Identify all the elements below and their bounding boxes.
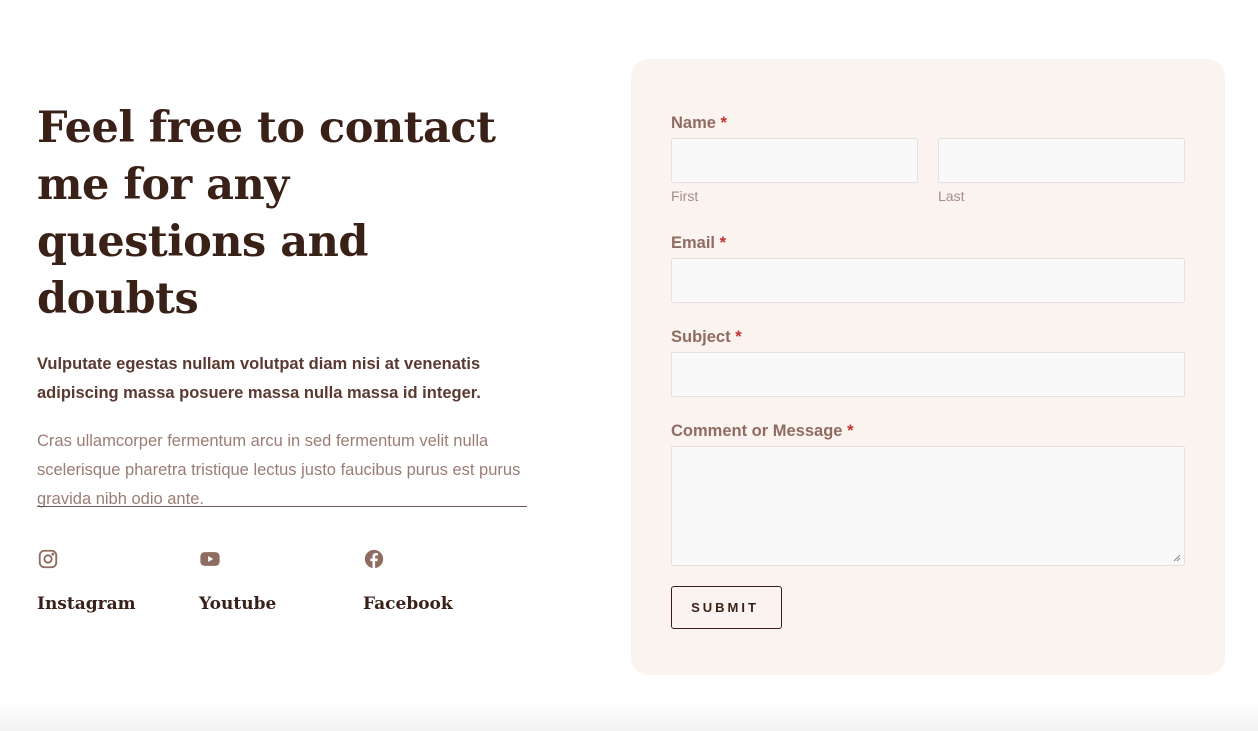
- intro-body: Cras ullamcorper fermentum arcu in sed f…: [37, 432, 521, 508]
- facebook-link[interactable]: Facebook: [363, 594, 453, 614]
- required-marker: *: [720, 114, 727, 132]
- social-facebook[interactable]: Facebook: [363, 548, 453, 614]
- contact-form: Name * First Last Email * Subject * Comm…: [631, 59, 1225, 675]
- youtube-link[interactable]: Youtube: [199, 594, 276, 614]
- last-name-input[interactable]: [938, 138, 1185, 183]
- last-name-sublabel: Last: [938, 188, 965, 204]
- required-marker: *: [847, 422, 854, 440]
- page-bottom-edge: [0, 700, 1258, 731]
- submit-button[interactable]: SUBMIT: [671, 586, 782, 629]
- divider: [37, 506, 527, 507]
- first-name-sublabel: First: [671, 188, 699, 204]
- subject-input[interactable]: [671, 352, 1185, 397]
- instagram-icon: [38, 549, 58, 569]
- social-youtube[interactable]: Youtube: [199, 548, 276, 614]
- resize-handle-icon[interactable]: [1173, 554, 1181, 562]
- email-label: Email *: [671, 234, 727, 252]
- email-input[interactable]: [671, 258, 1185, 303]
- required-marker: *: [735, 328, 742, 346]
- message-textarea[interactable]: [671, 446, 1185, 566]
- social-instagram[interactable]: Instagram: [37, 548, 136, 614]
- message-label: Comment or Message *: [671, 422, 854, 440]
- facebook-icon: [364, 549, 384, 569]
- first-name-input[interactable]: [671, 138, 918, 183]
- required-marker: *: [719, 234, 727, 252]
- intro-column: Feel free to contact me for any question…: [37, 100, 527, 514]
- page-title: Feel free to contact me for any question…: [37, 103, 496, 324]
- instagram-link[interactable]: Instagram: [37, 594, 136, 614]
- youtube-icon: [200, 552, 220, 566]
- name-label: Name *: [671, 114, 727, 132]
- subject-label: Subject *: [671, 328, 742, 346]
- intro-lead: Vulputate egestas nullam volutpat diam n…: [37, 355, 481, 402]
